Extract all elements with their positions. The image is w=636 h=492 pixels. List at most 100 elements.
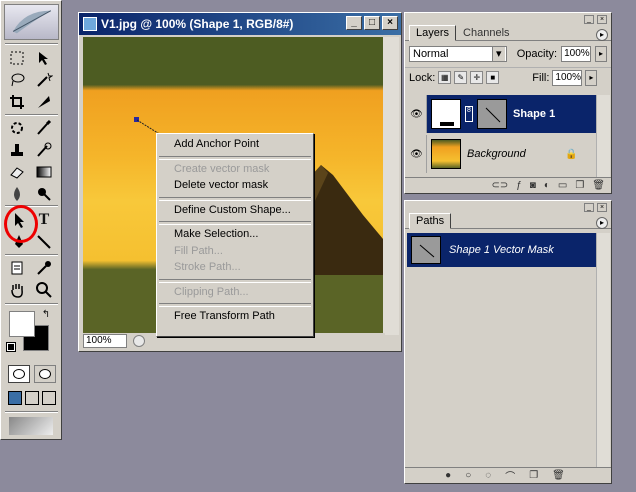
opacity-label: Opacity:	[516, 48, 558, 60]
panel-minimize-icon[interactable]: _	[584, 203, 594, 212]
panel-close-icon[interactable]: ×	[597, 15, 607, 24]
make-work-path-icon[interactable]: ⌒	[505, 468, 515, 483]
zoom-tool-icon[interactable]	[32, 279, 56, 301]
lock-image-icon[interactable]: ✎	[454, 71, 468, 84]
link-layers-icon[interactable]: ⊂⊃	[491, 180, 508, 191]
quick-mask-mode-button[interactable]	[34, 365, 56, 383]
notes-tool-icon[interactable]	[5, 257, 29, 279]
opacity-field[interactable]: 100%	[561, 46, 592, 62]
toolbox-separator	[5, 254, 58, 256]
path-row-shape-1-vector-mask[interactable]: Shape 1 Vector Mask	[407, 233, 603, 267]
delete-layer-icon[interactable]: 🗑	[592, 180, 605, 191]
menu-item-fill-path: Fill Path...	[174, 244, 223, 257]
healing-brush-tool-icon[interactable]	[5, 117, 29, 139]
clone-stamp-tool-icon[interactable]	[5, 139, 29, 161]
adjustment-layer-icon[interactable]: ◐	[544, 180, 550, 191]
history-brush-tool-icon[interactable]	[32, 139, 56, 161]
minimize-button[interactable]: _	[346, 16, 362, 30]
lock-position-icon[interactable]: ✛	[470, 71, 484, 84]
move-tool-icon[interactable]	[32, 47, 56, 69]
menu-item-create-vector-mask: Create vector mask	[174, 162, 270, 175]
maximize-button[interactable]: □	[364, 16, 380, 30]
rectangular-marquee-tool-icon[interactable]	[5, 47, 29, 69]
magic-wand-tool-icon[interactable]	[32, 69, 56, 91]
eye-visibility-icon[interactable]: 👁	[407, 135, 427, 173]
menu-item-make-selection[interactable]: Make Selection...	[157, 226, 313, 243]
menu-item-define-custom-shape[interactable]: Define Custom Shape...	[157, 202, 313, 219]
blend-mode-select[interactable]: Normal	[409, 46, 507, 62]
dodge-tool-icon[interactable]	[32, 183, 56, 205]
load-selection-icon[interactable]: ◌	[485, 470, 491, 481]
panel-close-icon[interactable]: ×	[597, 203, 607, 212]
lock-transparency-icon[interactable]: ▦	[438, 71, 452, 84]
screen-mode-full-menu-icon[interactable]	[25, 391, 39, 405]
hand-tool-icon[interactable]	[5, 279, 29, 301]
fill-slider-arrow-icon[interactable]: ▸	[585, 69, 598, 86]
foreground-color-swatch-top[interactable]	[9, 311, 35, 337]
standard-mode-button[interactable]	[8, 365, 30, 383]
tab-layers[interactable]: Layers	[409, 25, 457, 41]
gradient-tool-icon[interactable]	[32, 161, 56, 183]
eye-visibility-icon[interactable]: 👁	[407, 95, 427, 133]
paths-panel-menu-icon[interactable]: ▸	[596, 217, 608, 229]
layer-name-background: Background	[467, 148, 526, 160]
layers-scrollbar[interactable]	[596, 95, 610, 177]
paths-panel-header[interactable]: _ ×	[405, 201, 611, 213]
opacity-slider-arrow-icon[interactable]: ▸	[595, 46, 607, 62]
highlight-circle-annotation	[4, 205, 38, 243]
menu-item-free-transform-path[interactable]: Free Transform Path	[157, 308, 313, 325]
menu-item-add-anchor-point[interactable]: Add Anchor Point	[157, 136, 313, 153]
vector-mask-thumbnail[interactable]	[477, 99, 507, 129]
fill-path-icon[interactable]: ●	[445, 470, 451, 481]
slice-tool-icon[interactable]	[32, 91, 56, 113]
menu-item-delete-vector-mask[interactable]: Delete vector mask	[157, 177, 313, 194]
add-mask-icon[interactable]: ◙	[530, 180, 536, 191]
status-menu-icon[interactable]	[133, 335, 145, 347]
menu-item-stroke-path: Stroke Path...	[174, 261, 241, 273]
layers-panel-tabs: Layers Channels ▸	[405, 25, 611, 41]
eraser-tool-icon[interactable]	[5, 161, 29, 183]
layers-panel-menu-icon[interactable]: ▸	[596, 29, 608, 41]
layer-row-shape-1[interactable]: 👁 8 Shape 1	[407, 95, 599, 133]
stroke-path-icon[interactable]: ○	[465, 470, 471, 481]
screen-mode-full-icon[interactable]	[42, 391, 56, 405]
background-layer-thumbnail	[431, 139, 461, 169]
blur-tool-icon[interactable]	[5, 183, 29, 205]
menu-separator	[157, 153, 313, 161]
paths-panel-footer: ● ○ ◌ ⌒ ❐ 🗑	[405, 467, 611, 483]
swap-colors-icon[interactable]: ↰	[39, 307, 53, 321]
lock-icon: 🔒	[565, 148, 578, 160]
lock-all-icon[interactable]: ■	[486, 71, 500, 84]
layers-panel-header[interactable]: _ ×	[405, 13, 611, 25]
path-thumbnail	[411, 236, 441, 264]
fill-field[interactable]: 100%	[552, 69, 583, 86]
new-path-icon[interactable]: ❐	[529, 470, 538, 481]
new-layer-icon[interactable]: ❐	[575, 180, 584, 191]
close-button[interactable]: ×	[382, 16, 398, 30]
crop-tool-icon[interactable]	[5, 91, 29, 113]
paths-scrollbar[interactable]	[596, 233, 610, 467]
default-colors-icon[interactable]	[6, 342, 16, 352]
fill-label: Fill:	[532, 71, 550, 84]
zoom-level-field[interactable]: 100%	[83, 334, 127, 348]
layer-row-background[interactable]: 👁 Background 🔒	[407, 135, 599, 173]
line-tool-icon[interactable]	[32, 231, 56, 253]
layer-style-icon[interactable]: ƒ	[516, 180, 522, 191]
new-group-icon[interactable]: ▭	[558, 180, 567, 191]
screen-mode-standard-icon[interactable]	[8, 391, 22, 405]
toolbox-separator	[5, 411, 58, 413]
paths-panel: _ × Paths ▸ Shape 1 Vector Mask ● ○ ◌ ⌒ …	[404, 200, 612, 484]
tab-paths[interactable]: Paths	[409, 213, 452, 229]
link-chain-icon[interactable]: 8	[465, 106, 473, 122]
panel-minimize-icon[interactable]: _	[584, 15, 594, 24]
brush-tool-icon[interactable]	[32, 117, 56, 139]
tab-channels[interactable]: Channels	[456, 25, 516, 40]
document-title: V1.jpg @ 100% (Shape 1, RGB/8#)	[101, 17, 294, 31]
eyedropper-tool-icon[interactable]	[32, 257, 56, 279]
lasso-tool-icon[interactable]	[5, 69, 29, 91]
delete-path-icon[interactable]: 🗑	[552, 470, 565, 481]
vertical-scrollbar[interactable]	[383, 37, 399, 335]
layers-panel: _ × Layers Channels ▸ Normal Opacity: 10…	[404, 12, 612, 194]
feather-logo[interactable]	[4, 4, 59, 40]
jump-to-imageready-icon[interactable]	[9, 417, 53, 435]
